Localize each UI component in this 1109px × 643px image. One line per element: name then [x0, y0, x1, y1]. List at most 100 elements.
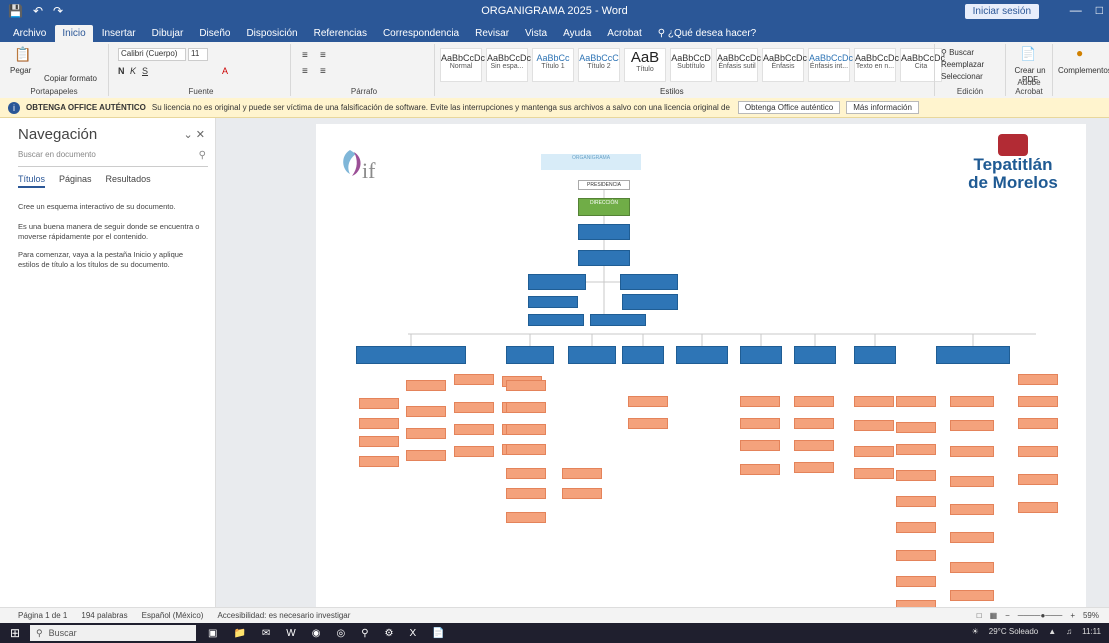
italic-button[interactable]: K [130, 66, 136, 76]
org-unit-box[interactable] [359, 398, 399, 409]
tab-disposicion[interactable]: Disposición [239, 25, 304, 42]
bullets-icon[interactable]: ≡ [302, 50, 308, 61]
network-icon[interactable]: ▲ [1048, 627, 1056, 636]
org-staff-center-3[interactable] [590, 314, 646, 326]
underline-button[interactable]: S [142, 66, 148, 76]
minimize-icon[interactable]: — [1070, 3, 1082, 17]
tab-diseno[interactable]: Diseño [192, 25, 237, 42]
org-unit-box[interactable] [794, 440, 834, 451]
org-unit-box[interactable] [562, 468, 602, 479]
org-department-7[interactable] [794, 346, 836, 364]
language-indicator[interactable]: Español (México) [142, 611, 204, 620]
zoom-level[interactable]: 59% [1083, 611, 1099, 620]
signin-button[interactable]: Iniciar sesión [964, 4, 1039, 19]
org-unit-box[interactable] [896, 522, 936, 533]
tab-referencias[interactable]: Referencias [307, 25, 374, 42]
org-unit-box[interactable] [740, 418, 780, 429]
style-enfasis-intenso[interactable]: AaBbCcDc Énfasis int... [808, 48, 853, 82]
org-unit-box[interactable] [454, 446, 494, 457]
pdf-icon[interactable]: 📄 [1020, 46, 1036, 62]
org-unit-box[interactable] [854, 468, 894, 479]
copy-format-button[interactable]: Copiar formato [44, 74, 97, 83]
align-left-icon[interactable]: ≡ [302, 66, 308, 77]
search-icon[interactable]: ⚲ [199, 150, 206, 161]
task-view-icon[interactable]: ▣ [208, 628, 217, 639]
page-count[interactable]: Página 1 de 1 [18, 611, 67, 620]
document-icon[interactable]: 📄 [432, 628, 444, 639]
org-unit-box[interactable] [506, 444, 546, 455]
org-unit-box[interactable] [950, 532, 994, 543]
org-department-5[interactable] [676, 346, 728, 364]
select-button[interactable]: Seleccionar [941, 72, 983, 81]
font-color-button[interactable]: A [222, 66, 228, 76]
org-director-box[interactable]: DIRECCIÓN [578, 198, 630, 216]
tab-correspondencia[interactable]: Correspondencia [376, 25, 466, 42]
file-explorer-icon[interactable]: 📁 [233, 628, 245, 639]
org-unit-box[interactable] [740, 396, 780, 407]
read-mode-icon[interactable]: □ [977, 611, 982, 620]
tab-archivo[interactable]: Archivo [6, 25, 53, 42]
tab-ayuda[interactable]: Ayuda [556, 25, 598, 42]
org-unit-box[interactable] [1018, 396, 1058, 407]
volume-icon[interactable]: ♫ [1066, 627, 1072, 636]
org-unit-box[interactable] [454, 374, 494, 385]
org-unit-box[interactable] [406, 450, 446, 461]
org-root-box[interactable]: PRESIDENCIA [578, 180, 630, 190]
org-unit-box[interactable] [406, 406, 446, 417]
org-staff-right-1[interactable] [620, 274, 678, 290]
style-titulo[interactable]: AaB Título [624, 48, 666, 82]
get-office-button[interactable]: Obtenga Office auténtico [737, 101, 841, 114]
org-title-box[interactable]: ORGANIGRAMA [541, 154, 641, 170]
org-unit-box[interactable] [950, 476, 994, 487]
org-unit-box[interactable] [1018, 474, 1058, 485]
org-staff-left-3[interactable] [528, 314, 584, 326]
org-unit-box[interactable] [950, 562, 994, 573]
addins-icon[interactable]: ● [1076, 46, 1083, 60]
paste-button[interactable]: Pegar [10, 66, 31, 75]
tab-resultados[interactable]: Resultados [106, 174, 151, 188]
maximize-icon[interactable]: □ [1096, 3, 1103, 17]
tab-insertar[interactable]: Insertar [95, 25, 143, 42]
org-unit-box[interactable] [1018, 446, 1058, 457]
org-unit-box[interactable] [506, 488, 546, 499]
org-unit-box[interactable] [628, 418, 668, 429]
org-staff-left-2[interactable] [528, 296, 578, 308]
tab-dibujar[interactable]: Dibujar [145, 25, 191, 42]
tell-me-search[interactable]: ⚲ ¿Qué desea hacer? [651, 25, 764, 42]
org-unit-box[interactable] [950, 446, 994, 457]
taskbar-search[interactable]: ⚲ Buscar [30, 625, 196, 641]
org-unit-box[interactable] [454, 424, 494, 435]
style-sin-espaciado[interactable]: AaBbCcDc Sin espa... [486, 48, 531, 82]
style-enfasis[interactable]: AaBbCcDc Énfasis [762, 48, 807, 82]
org-department-1[interactable] [356, 346, 466, 364]
org-unit-box[interactable] [896, 470, 936, 481]
style-subtitulo[interactable]: AaBbCcD Subtítulo [670, 48, 712, 82]
org-staff-right-2[interactable] [622, 294, 678, 310]
font-name-select[interactable]: Calibri (Cuerpo) [118, 48, 186, 61]
paste-icon[interactable]: 📋 [14, 46, 31, 63]
org-unit-box[interactable] [562, 488, 602, 499]
org-unit-box[interactable] [896, 550, 936, 561]
org-unit-box[interactable] [454, 402, 494, 413]
org-unit-box[interactable] [628, 396, 668, 407]
org-unit-box[interactable] [406, 380, 446, 391]
close-icon[interactable]: ⌄ ✕ [184, 128, 206, 141]
excel-icon[interactable]: X [410, 628, 417, 639]
org-unit-box[interactable] [896, 496, 936, 507]
org-unit-box[interactable] [854, 446, 894, 457]
org-department-6[interactable] [740, 346, 782, 364]
mail-icon[interactable]: ✉ [262, 628, 270, 639]
org-level-2-box[interactable] [578, 250, 630, 266]
org-unit-box[interactable] [854, 420, 894, 431]
document-page[interactable]: if Tepatitlán de Morelos ORGANIGRAMA PRES… [316, 124, 1086, 607]
word-count[interactable]: 194 palabras [81, 611, 127, 620]
numbering-icon[interactable]: ≡ [320, 50, 326, 61]
org-unit-box[interactable] [506, 424, 546, 435]
org-unit-box[interactable] [740, 464, 780, 475]
navigation-search-input[interactable]: Buscar en documento ⚲ [18, 150, 208, 167]
tab-revisar[interactable]: Revisar [468, 25, 516, 42]
clock[interactable]: 11:11 [1082, 627, 1101, 636]
org-level-1-box[interactable] [578, 224, 630, 240]
org-unit-box[interactable] [506, 380, 546, 391]
org-unit-box[interactable] [896, 600, 936, 607]
